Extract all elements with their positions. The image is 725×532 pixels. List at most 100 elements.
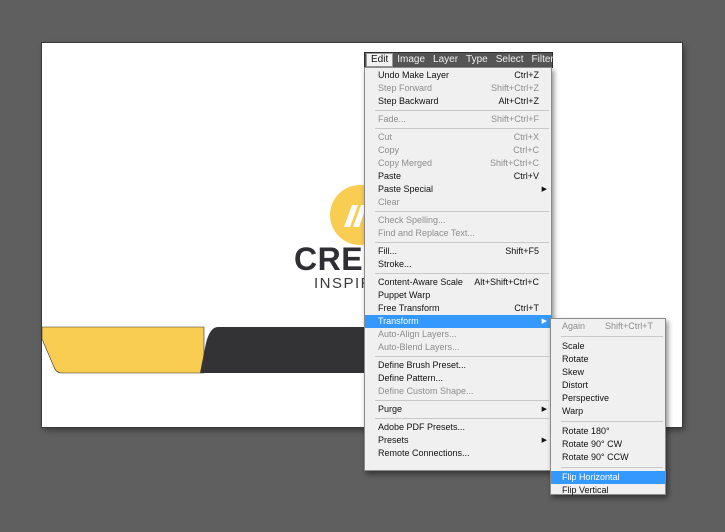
- menu-layer[interactable]: Layer: [429, 53, 462, 67]
- menu-item-label: Auto-Blend Layers...: [378, 342, 460, 352]
- menu-item-label: Auto-Align Layers...: [378, 329, 457, 339]
- edit-menu-item-step-backward[interactable]: Step Backward Alt+Ctrl+Z: [365, 95, 551, 108]
- menu-filter[interactable]: Filter: [528, 53, 558, 67]
- menu-item-shortcut: Shift+Ctrl+T: [604, 321, 653, 331]
- edit-menu-item-undo-make-layer[interactable]: Undo Make Layer Ctrl+Z: [365, 69, 551, 82]
- menu-separator: [375, 128, 549, 129]
- edit-menu-item-auto-blend-layers[interactable]: Auto-Blend Layers...: [365, 341, 551, 354]
- menu-item-shortcut: Ctrl+X: [513, 132, 539, 142]
- yellow-banner-shape: [42, 326, 205, 374]
- edit-menu-item-auto-align-layers[interactable]: Auto-Align Layers...: [365, 328, 551, 341]
- menu-item-label: Content-Aware Scale: [378, 277, 463, 287]
- menu-item-label: Flip Horizontal: [562, 472, 620, 482]
- menu-image[interactable]: Image: [393, 53, 429, 67]
- menu-item-shortcut: Shift+Ctrl+C: [489, 158, 539, 168]
- edit-menu-item-remote-connections[interactable]: Remote Connections...: [365, 447, 551, 460]
- menu-item-label: Rotate 90° CCW: [562, 452, 629, 462]
- transform-menu-item-perspective[interactable]: Perspective: [551, 392, 665, 405]
- edit-menu-item-stroke[interactable]: Stroke...: [365, 258, 551, 271]
- edit-menu-item-define-pattern[interactable]: Define Pattern...: [365, 372, 551, 385]
- submenu-arrow-icon: ▶: [541, 186, 547, 193]
- transform-menu-item-distort[interactable]: Distort: [551, 379, 665, 392]
- menu-separator: [561, 336, 663, 337]
- edit-menu-item-paste[interactable]: Paste Ctrl+V: [365, 170, 551, 183]
- transform-menu-item-rotate-180[interactable]: Rotate 180°: [551, 425, 665, 438]
- menu-item-shortcut: Alt+Shift+Ctrl+C: [474, 277, 539, 287]
- menu-bar: Edit Image Layer Type Select Filter: [364, 52, 554, 68]
- edit-menu-item-define-brush-preset[interactable]: Define Brush Preset...: [365, 359, 551, 372]
- menu-item-label: Remote Connections...: [378, 448, 470, 458]
- transform-menu-item-rotate[interactable]: Rotate: [551, 353, 665, 366]
- menu-select[interactable]: Select: [492, 53, 528, 67]
- menu-item-label: Flip Vertical: [562, 485, 609, 495]
- menu-item-label: Paste: [378, 171, 402, 181]
- edit-menu-item-fade[interactable]: Fade... Shift+Ctrl+F: [365, 113, 551, 126]
- edit-menu-item-paste-special[interactable]: Paste Special ▶: [365, 183, 551, 196]
- edit-menu-item-purge[interactable]: Purge ▶: [365, 403, 551, 416]
- edit-menu-item-check-spelling[interactable]: Check Spelling...: [365, 214, 551, 227]
- transform-menu-item-scale[interactable]: Scale: [551, 340, 665, 353]
- edit-menu-item-define-custom-shape[interactable]: Define Custom Shape...: [365, 385, 551, 398]
- edit-menu-item-free-transform[interactable]: Free Transform Ctrl+T: [365, 302, 551, 315]
- edit-menu-item-content-aware-scale[interactable]: Content-Aware Scale Alt+Shift+Ctrl+C: [365, 276, 551, 289]
- menu-separator: [375, 211, 549, 212]
- menu-item-label: Step Forward: [378, 83, 433, 93]
- menu-item-label: Transform: [378, 316, 419, 326]
- edit-menu: Undo Make Layer Ctrl+Z Step Forward Shift+C…: [364, 67, 552, 471]
- edit-menu-item-copy-merged[interactable]: Copy Merged Shift+Ctrl+C: [365, 157, 551, 170]
- menu-item-label: Define Pattern...: [378, 373, 444, 383]
- menu-separator: [561, 467, 663, 468]
- edit-menu-item-step-forward[interactable]: Step Forward Shift+Ctrl+Z: [365, 82, 551, 95]
- transform-menu-item-flip-vertical[interactable]: Flip Vertical: [551, 484, 665, 497]
- transform-menu-item-again[interactable]: Again Shift+Ctrl+T: [551, 320, 665, 333]
- menu-separator: [375, 400, 549, 401]
- menu-item-label: Puppet Warp: [378, 290, 431, 300]
- edit-menu-item-copy[interactable]: Copy Ctrl+C: [365, 144, 551, 157]
- menu-edit[interactable]: Edit: [366, 53, 394, 67]
- menu-item-label: Skew: [562, 367, 585, 377]
- menu-separator: [375, 273, 549, 274]
- submenu-arrow-icon: ▶: [541, 437, 547, 444]
- menu-item-shortcut: Shift+Ctrl+Z: [490, 83, 539, 93]
- submenu-arrow-icon: ▶: [541, 406, 547, 413]
- transform-submenu: Again Shift+Ctrl+T Scale Rotate Skew Distort P…: [550, 318, 666, 495]
- menu-item-label: Copy: [378, 145, 400, 155]
- menu-item-label: Scale: [562, 341, 585, 351]
- dark-banner-shape: [200, 327, 372, 373]
- menu-item-label: Cut: [378, 132, 393, 142]
- submenu-arrow-icon: ▶: [541, 318, 547, 325]
- menu-item-shortcut: Ctrl+V: [513, 171, 539, 181]
- edit-menu-item-transform[interactable]: Transform ▶: [365, 315, 551, 328]
- menu-item-label: Copy Merged: [378, 158, 433, 168]
- menu-item-label: Rotate 90° CW: [562, 439, 623, 449]
- edit-menu-item-presets[interactable]: Presets ▶: [365, 434, 551, 447]
- menu-item-label: Presets: [378, 435, 409, 445]
- menu-item-label: Undo Make Layer: [378, 70, 450, 80]
- edit-menu-item-clear[interactable]: Clear: [365, 196, 551, 209]
- edit-menu-item-puppet-warp[interactable]: Puppet Warp: [365, 289, 551, 302]
- edit-menu-item-adobe-pdf-presets[interactable]: Adobe PDF Presets...: [365, 421, 551, 434]
- menu-item-shortcut: Shift+F5: [505, 246, 539, 256]
- transform-menu-item-flip-horizontal[interactable]: Flip Horizontal: [551, 471, 665, 484]
- transform-menu-item-rotate-90-cw[interactable]: Rotate 90° CW: [551, 438, 665, 451]
- menu-item-label: Warp: [562, 406, 584, 416]
- menu-item-shortcut: Ctrl+C: [513, 145, 539, 155]
- edit-menu-item-fill[interactable]: Fill... Shift+F5: [365, 245, 551, 258]
- menu-item-shortcut: Shift+Ctrl+F: [490, 114, 539, 124]
- menu-item-shortcut: Ctrl+T: [514, 303, 539, 313]
- menu-item-label: Find and Replace Text...: [378, 228, 475, 238]
- edit-menu-item-find-and-replace-text[interactable]: Find and Replace Text...: [365, 227, 551, 240]
- menu-item-label: Step Backward: [378, 96, 439, 106]
- transform-menu-item-rotate-90-ccw[interactable]: Rotate 90° CCW: [551, 451, 665, 464]
- menu-item-label: Define Brush Preset...: [378, 360, 467, 370]
- menu-item-label: Perspective: [562, 393, 610, 403]
- menu-separator: [375, 110, 549, 111]
- menu-item-label: Free Transform: [378, 303, 440, 313]
- menu-item-label: Purge: [378, 404, 403, 414]
- edit-menu-item-cut[interactable]: Cut Ctrl+X: [365, 131, 551, 144]
- menu-item-label: Check Spelling...: [378, 215, 446, 225]
- menu-item-shortcut: Alt+Ctrl+Z: [498, 96, 539, 106]
- menu-type[interactable]: Type: [462, 53, 492, 67]
- transform-menu-item-warp[interactable]: Warp: [551, 405, 665, 418]
- transform-menu-item-skew[interactable]: Skew: [551, 366, 665, 379]
